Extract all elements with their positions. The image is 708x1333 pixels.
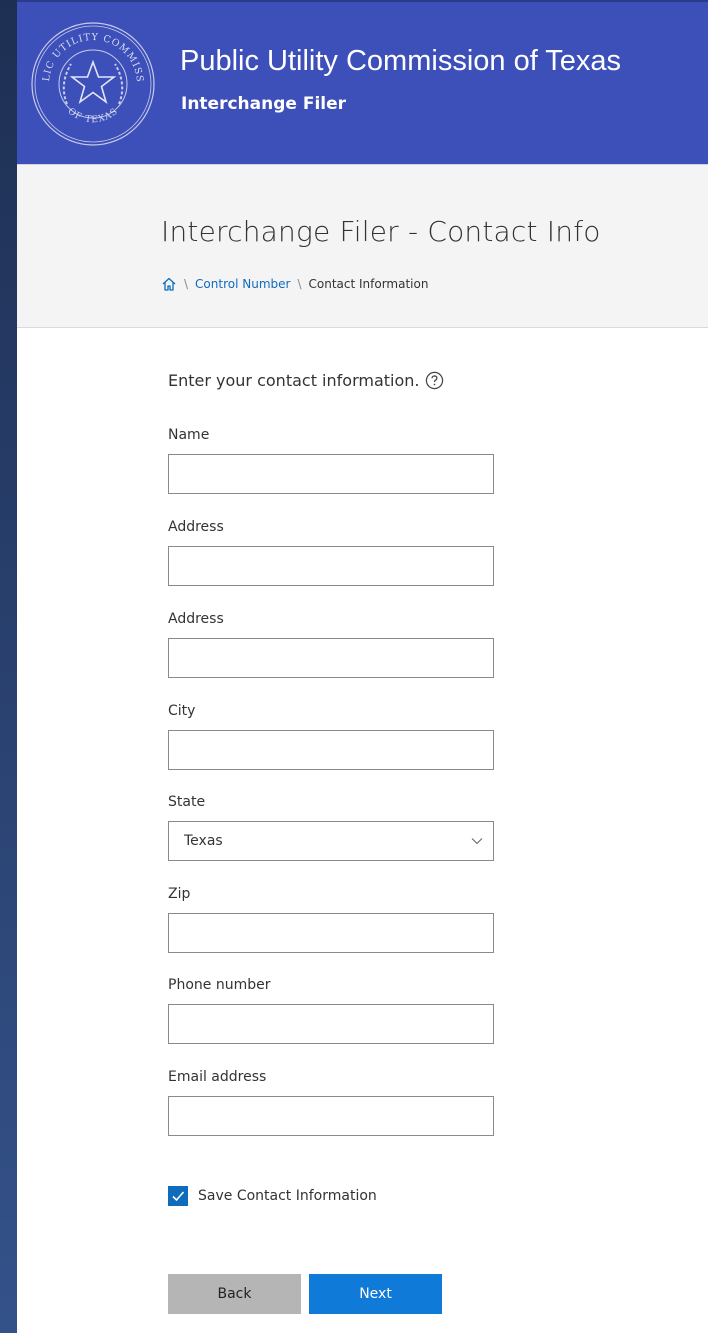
- name-input[interactable]: [168, 454, 494, 494]
- zip-field: Zip: [168, 886, 494, 953]
- form-intro: Enter your contact information.: [168, 371, 444, 390]
- page-title-bar: Interchange Filer - Contact Info \ Contr…: [17, 164, 708, 328]
- address2-field: Address: [168, 611, 494, 678]
- svg-text:OF TEXAS: OF TEXAS: [66, 106, 121, 125]
- email-input[interactable]: [168, 1096, 494, 1136]
- address2-label: Address: [168, 611, 224, 627]
- contact-form: Enter your contact information. Name Add…: [168, 371, 494, 1314]
- phone-field: Phone number: [168, 977, 494, 1044]
- breadcrumb-control-number[interactable]: Control Number: [195, 277, 290, 291]
- address1-input[interactable]: [168, 546, 494, 586]
- checkmark-icon: [172, 1191, 185, 1202]
- save-contact-checkbox[interactable]: [168, 1186, 188, 1206]
- state-field: State Texas: [168, 794, 494, 861]
- page-title: Interchange Filer - Contact Info: [161, 215, 601, 248]
- state-label: State: [168, 794, 206, 810]
- zip-input[interactable]: [168, 913, 494, 953]
- state-selected-value: Texas: [184, 833, 223, 849]
- save-contact-checkbox-row[interactable]: Save Contact Information: [168, 1186, 377, 1206]
- save-contact-label: Save Contact Information: [198, 1188, 377, 1204]
- home-icon[interactable]: [161, 276, 177, 292]
- next-button[interactable]: Next: [309, 1274, 442, 1314]
- question-circle-icon[interactable]: [425, 371, 444, 390]
- breadcrumb: \ Control Number \ Contact Information: [161, 276, 428, 292]
- address1-field: Address: [168, 519, 494, 586]
- email-label: Email address: [168, 1069, 267, 1085]
- back-button[interactable]: Back: [168, 1274, 301, 1314]
- breadcrumb-separator: \: [297, 277, 302, 291]
- address2-input[interactable]: [168, 638, 494, 678]
- breadcrumb-separator: \: [184, 277, 189, 291]
- name-label: Name: [168, 427, 210, 443]
- city-field: City: [168, 703, 494, 770]
- site-subtitle: Interchange Filer: [181, 94, 347, 114]
- texas-puc-seal-logo: PUBLIC UTILITY COMMISSION OF TEXAS: [29, 20, 155, 146]
- name-field: Name: [168, 427, 494, 494]
- site-header: PUBLIC UTILITY COMMISSION OF TEXAS Publi…: [17, 0, 708, 166]
- zip-label: Zip: [168, 886, 191, 902]
- email-field: Email address: [168, 1069, 494, 1136]
- breadcrumb-contact-information: Contact Information: [308, 277, 429, 291]
- browser-page: PUBLIC UTILITY COMMISSION OF TEXAS Publi…: [17, 0, 708, 1333]
- site-title: Public Utility Commission of Texas: [180, 45, 622, 77]
- desktop-edge: [0, 0, 17, 1333]
- form-intro-text: Enter your contact information.: [168, 371, 420, 390]
- state-select[interactable]: Texas: [168, 821, 494, 861]
- svg-text:PUBLIC UTILITY COMMISSION: PUBLIC UTILITY COMMISSION: [29, 20, 145, 83]
- phone-input[interactable]: [168, 1004, 494, 1044]
- city-label: City: [168, 703, 196, 719]
- chevron-down-icon: [471, 838, 483, 845]
- address1-label: Address: [168, 519, 224, 535]
- city-input[interactable]: [168, 730, 494, 770]
- phone-label: Phone number: [168, 977, 271, 993]
